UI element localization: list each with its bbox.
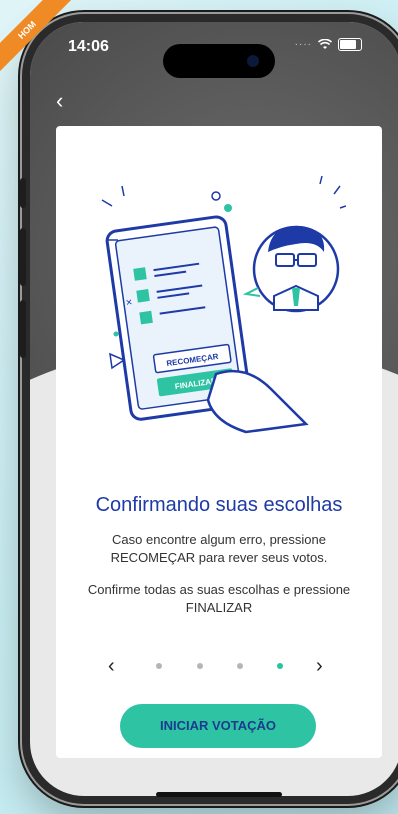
status-indicators: ····	[295, 38, 362, 51]
pager: ‹ ›	[56, 654, 382, 678]
start-voting-button[interactable]: INICIAR VOTAÇÃO	[120, 704, 316, 748]
instruction-text: Confirme todas as suas escolhas e pressi…	[87, 582, 351, 615]
volume-down-button	[20, 300, 26, 358]
wifi-icon	[318, 39, 332, 49]
hand-illustration	[206, 369, 309, 434]
signal-icon: ····	[294, 39, 312, 50]
page-dot-4[interactable]	[277, 663, 283, 669]
volume-up-button	[20, 228, 26, 286]
next-page-button[interactable]: ›	[316, 654, 323, 678]
dynamic-island	[163, 44, 275, 78]
onboarding-card: × RECOMEÇAR FINALIZAR Confirmando suas e…	[56, 126, 382, 758]
home-indicator	[156, 792, 282, 797]
battery-icon	[338, 38, 362, 51]
status-time: 14:06	[68, 38, 109, 55]
camera-dot	[247, 55, 259, 67]
previous-page-button[interactable]: ‹	[108, 654, 115, 678]
back-button[interactable]: ‹	[56, 90, 63, 112]
description-text: Caso encontre algum erro, pressione RECO…	[110, 532, 328, 565]
page-title: Confirmando suas escolhas	[95, 494, 343, 516]
page-dot-2[interactable]	[197, 663, 203, 669]
mute-switch	[20, 178, 26, 208]
page-dot-1[interactable]	[156, 663, 162, 669]
page-dot-3[interactable]	[237, 663, 243, 669]
voting-illustration: × RECOMEÇAR FINALIZAR	[101, 175, 346, 434]
